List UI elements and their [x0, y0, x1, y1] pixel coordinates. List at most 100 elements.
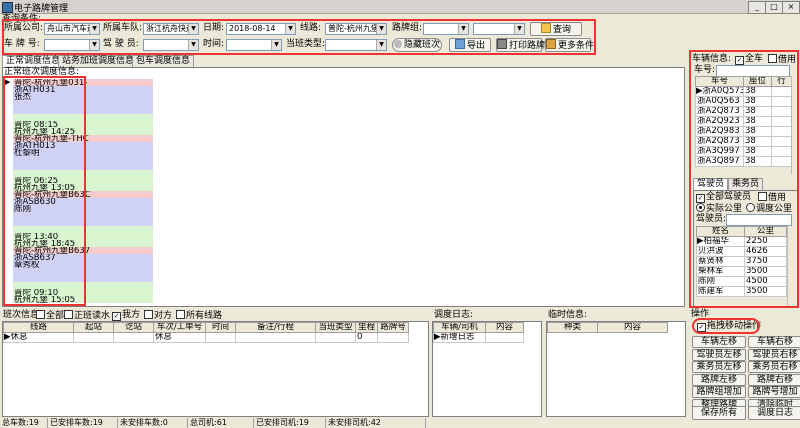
dispatch-log-row[interactable]: ▶新增日志	[433, 332, 524, 343]
column-header[interactable]: 路牌号	[377, 322, 409, 333]
schedule-row[interactable]: 浙ASB637	[13, 254, 153, 261]
schedule-row[interactable]: 普陀-杭州九堡B63C	[13, 191, 153, 198]
operation-button[interactable]: 车辆右移	[748, 336, 800, 348]
column-header[interactable]: 内容	[597, 322, 668, 333]
column-header[interactable]: 车次/工单号	[153, 322, 206, 333]
operation-button[interactable]: 调度日志	[748, 406, 800, 420]
operation-button[interactable]: 乘务员右移	[748, 361, 800, 373]
schedule-row[interactable]	[13, 275, 153, 282]
schedule-row[interactable]: 杭州九堡 18:45	[13, 240, 153, 247]
schedule-row[interactable]: 普陀-杭州九堡B637	[13, 247, 153, 254]
maximize-button[interactable]: □	[765, 1, 783, 14]
date-picker[interactable]: 2018-08-14 ▼	[226, 23, 296, 35]
schedule-row[interactable]: 杭州九堡 15:05	[13, 296, 153, 303]
print-sign-button[interactable]: 打印路牌	[496, 38, 545, 52]
vehicle-row[interactable]: 浙A3Q997 38	[695, 146, 792, 157]
hide-shift-button[interactable]: 隐藏班次	[392, 38, 442, 52]
schedule-row[interactable]: 普陀-杭州九堡031-	[13, 79, 153, 86]
driver-select[interactable]: ▼	[143, 39, 199, 51]
driver-row[interactable]: 陈刚 4500	[696, 276, 787, 287]
schedule-row[interactable]	[13, 226, 153, 233]
driver-row[interactable]: 陈建军 3500	[696, 286, 787, 297]
shift-row[interactable]: ▶休息 休息 0	[3, 332, 409, 343]
operation-button[interactable]: 车辆左移	[692, 336, 746, 348]
sign-group-select[interactable]: ▼	[423, 23, 469, 35]
schedule-row[interactable]: 浙ATH031	[13, 86, 153, 93]
operation-button[interactable]: 路牌右移	[748, 373, 800, 386]
schedule-row[interactable]	[13, 219, 153, 226]
driver-scrollbar[interactable]	[787, 226, 795, 306]
close-button[interactable]: ×	[782, 1, 800, 14]
column-header[interactable]: 起站	[73, 322, 114, 333]
plate-select[interactable]: ▼	[44, 39, 100, 51]
column-header[interactable]: 座位	[743, 76, 772, 87]
column-header[interactable]: 姓名	[696, 226, 745, 237]
driver-table[interactable]: 姓名 公里 ▶柏福华 2250 贝洪波 4626 蔡贤林 3750 柴林军 3500 陈刚 4500 陈…	[696, 226, 787, 297]
operation-button[interactable]: 路牌组增加	[692, 386, 746, 398]
schedule-row[interactable]: 普陀 08:15	[13, 121, 153, 128]
column-header[interactable]: 备注/行程	[235, 322, 316, 333]
schedule-row[interactable]	[13, 282, 153, 289]
schedule-row[interactable]: 陈刚	[13, 205, 153, 212]
column-header[interactable]: 线路	[3, 322, 74, 333]
schedule-row[interactable]: 杭州九堡 14:25	[13, 128, 153, 135]
fleet-select[interactable]: 浙江杭舟快运 ▼	[143, 23, 199, 35]
schedule-row[interactable]: 浙ATH013	[13, 142, 153, 149]
shift-type-select[interactable]: ▼	[325, 39, 387, 51]
sign-group-extra-select[interactable]: ▼	[473, 23, 525, 35]
vehicle-scrollbar[interactable]	[791, 76, 799, 174]
vehicle-row[interactable]: ▶浙A0Q573 38	[695, 86, 792, 97]
schedule-row[interactable]: 杜黎明	[13, 149, 153, 156]
schedule-row[interactable]: 杭州九堡 13:05	[13, 184, 153, 191]
vehicle-row[interactable]: 浙A0Q563 38	[695, 96, 792, 107]
schedule-row[interactable]: 章秀权	[13, 261, 153, 268]
driver-row[interactable]: 贝洪波 4626	[696, 246, 787, 257]
schedule-row[interactable]	[13, 268, 153, 275]
vehicle-row[interactable]: 浙A2Q873 38	[695, 136, 792, 147]
schedule-row[interactable]	[13, 170, 153, 177]
vehicle-row[interactable]: 浙A3Q897 38	[695, 156, 792, 167]
column-header[interactable]: 公里	[744, 226, 787, 237]
column-header[interactable]: 行	[771, 76, 792, 87]
shift-mine-checkbox[interactable]: ✓ 我方	[112, 310, 140, 321]
route-select[interactable]: 普陀-杭州九堡 ▼	[325, 23, 387, 35]
vehicle-row[interactable]: 浙A2Q873 38	[695, 106, 792, 117]
schedule-row[interactable]: 张杰	[13, 93, 153, 100]
dispatch-log-table[interactable]: 车辆/司机 内容 ▶新增日志	[433, 322, 524, 343]
schedule-row[interactable]	[13, 107, 153, 114]
operation-button[interactable]: 路牌号增加	[748, 386, 800, 398]
schedule-row[interactable]: 浙ASB630	[13, 198, 153, 205]
column-header[interactable]: 车辆/司机	[433, 322, 486, 333]
driver-row[interactable]: ▶柏福华 2250	[696, 236, 787, 247]
schedule-row[interactable]	[13, 156, 153, 163]
all-drivers-checkbox[interactable]: ✓ 全部驾驶员	[696, 192, 751, 203]
shift-info-table[interactable]: 线路 起站 讫站 车次/工单号 时间 备注/行程 当班类型 里程 路牌号 ▶休息 休息 0	[3, 322, 409, 343]
time-select[interactable]: ▼	[226, 39, 282, 51]
more-conditions-button[interactable]: 更多条件	[545, 38, 594, 52]
column-header[interactable]: 里程	[355, 322, 378, 333]
driver-row[interactable]: 柴林军 3500	[696, 266, 787, 277]
vehicle-row[interactable]: 浙A2Q983 38	[695, 126, 792, 137]
vehicle-table[interactable]: 车号 座位行 ▶浙A0Q573 38 浙A0Q563 38 浙A2Q873 38 浙A2Q923…	[695, 76, 792, 167]
operation-button[interactable]: 驾驶员右移	[748, 348, 800, 361]
temp-info-table[interactable]: 种类 内容	[547, 322, 668, 333]
operation-button[interactable]: 保存所有	[692, 406, 746, 420]
drag-move-checkbox[interactable]: ✓ 拖拽移动操作	[697, 321, 761, 332]
operation-button[interactable]: 驾驶员左移	[692, 348, 746, 361]
column-header[interactable]: 讫站	[113, 322, 154, 333]
all-vehicles-checkbox[interactable]: ✓ 全车	[735, 54, 763, 65]
schedule-list[interactable]: 普陀-杭州九堡031- ▶ 浙ATH031 张杰 普陀 08:15 杭州九堡 14:25 普…	[2, 79, 162, 305]
search-button[interactable]: 查询	[530, 22, 582, 36]
driver-filter-input[interactable]	[726, 214, 792, 226]
schedule-row[interactable]: 普陀-杭州九堡-THC	[13, 135, 153, 142]
operation-button[interactable]: 乘务员左移	[692, 361, 746, 373]
operation-button[interactable]: 路牌左移	[692, 373, 746, 386]
column-header[interactable]: 内容	[485, 322, 524, 333]
company-select[interactable]: 舟山市汽车运 ▼	[44, 23, 100, 35]
driver-row[interactable]: 蔡贤林 3750	[696, 256, 787, 267]
export-button[interactable]: 导出	[449, 38, 491, 52]
vehicle-row[interactable]: 浙A2Q923 38	[695, 116, 792, 127]
schedule-row[interactable]: 普陀 13:40	[13, 233, 153, 240]
schedule-row[interactable]	[13, 100, 153, 107]
column-header[interactable]: 车号	[695, 76, 744, 87]
